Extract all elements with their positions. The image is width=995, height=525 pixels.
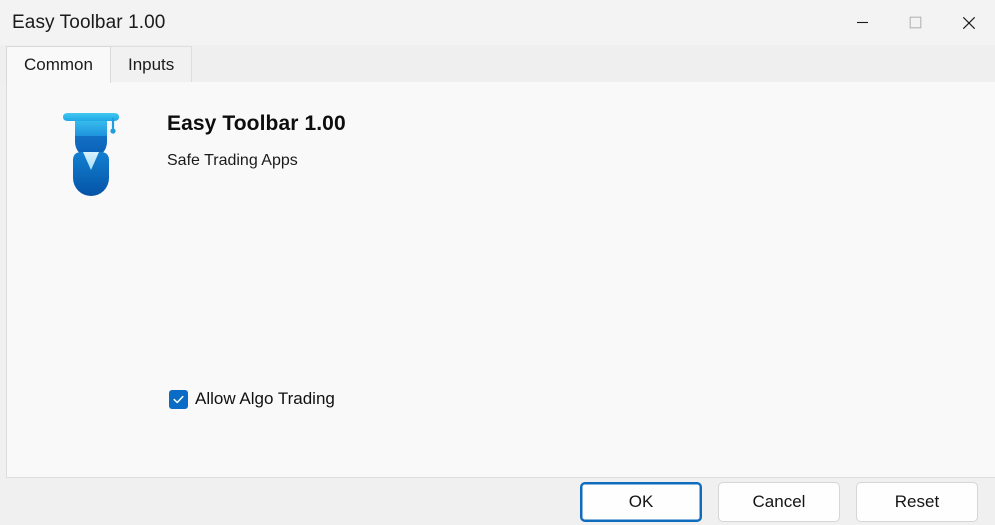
ok-button-label: OK	[628, 491, 654, 511]
window-title: Easy Toolbar 1.00	[12, 11, 166, 33]
tab-bar: Common Inputs	[0, 45, 995, 83]
app-info-row: Easy Toolbar 1.00 Safe Trading Apps	[55, 104, 346, 200]
allow-algo-trading-row[interactable]: Allow Algo Trading	[169, 389, 335, 409]
allow-algo-trading-label: Allow Algo Trading	[195, 389, 335, 408]
reset-button-label: Reset	[894, 491, 940, 511]
reset-button[interactable]: Reset	[856, 481, 978, 522]
minimize-button[interactable]	[836, 0, 889, 45]
graduate-avatar-icon	[55, 104, 127, 200]
app-vendor: Safe Trading Apps	[167, 152, 298, 169]
app-meta: Easy Toolbar 1.00 Safe Trading Apps	[167, 104, 346, 170]
tab-common-label: Common	[24, 55, 93, 74]
close-button[interactable]	[942, 0, 995, 45]
checkmark-icon	[173, 395, 184, 403]
dialog-window: Easy Toolbar 1.00 Common Inputs Easy Too…	[0, 0, 995, 525]
tab-content-panel: Easy Toolbar 1.00 Safe Trading Apps Allo…	[6, 82, 995, 478]
title-bar: Easy Toolbar 1.00	[0, 0, 995, 45]
maximize-button[interactable]	[889, 0, 942, 45]
tab-inputs-label: Inputs	[127, 54, 175, 74]
maximize-icon	[909, 16, 922, 29]
minimize-icon	[857, 21, 868, 24]
app-name: Easy Toolbar 1.00	[167, 112, 346, 135]
window-controls	[836, 0, 995, 45]
dialog-footer: OK Cancel Reset	[0, 478, 995, 525]
ok-button[interactable]: OK	[580, 481, 702, 522]
close-icon	[962, 16, 975, 29]
graduate-avatar-svg	[63, 113, 119, 196]
allow-algo-trading-checkbox[interactable]	[169, 389, 188, 409]
cancel-button-label: Cancel	[752, 491, 806, 511]
tab-common[interactable]: Common	[6, 46, 111, 83]
cancel-button[interactable]: Cancel	[718, 481, 840, 522]
tab-inputs[interactable]: Inputs	[109, 46, 193, 82]
